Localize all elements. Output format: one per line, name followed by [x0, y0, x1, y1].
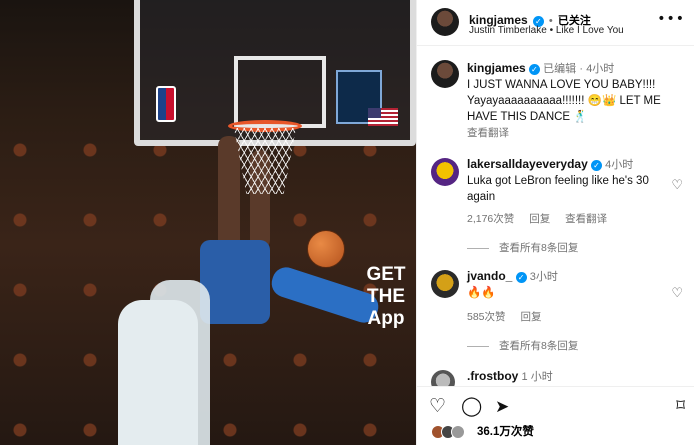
caption-body: kingjames ✓ 已编辑 · 4小时 I JUST WANNA LOVE …	[467, 60, 689, 141]
comment-translate-link[interactable]: 查看翻译	[565, 213, 607, 225]
comment-body: .frostboy 1 小时	[467, 368, 667, 385]
comment-body: lakersalldayeveryday ✓ 4小时 Luka got LeBr…	[467, 156, 667, 227]
verified-badge-icon: ✓	[515, 272, 527, 283]
comment-like-count[interactable]: 2,176次赞	[467, 213, 514, 225]
comment-avatar[interactable]	[431, 270, 459, 298]
heart-outline-icon[interactable]: ♡	[671, 286, 683, 301]
caption-avatar[interactable]	[431, 60, 459, 88]
caption-edited: 已编辑	[543, 63, 577, 75]
comment-like-count[interactable]: 585次赞	[467, 311, 506, 323]
comment-actions: 585次赞 回复	[467, 309, 667, 325]
likes-count[interactable]: 36.1万次赞	[477, 423, 534, 439]
comment-time: 4小时	[605, 159, 634, 171]
player-arm	[218, 136, 240, 256]
comment-reply-button[interactable]: 回复	[529, 213, 550, 225]
song-label[interactable]: Justin Timberlake • Like I Love You	[469, 25, 624, 36]
comment-body: jvando_ ✓ 3小时 🔥🔥 585次赞 回复	[467, 268, 667, 325]
defender-player	[118, 300, 198, 445]
post-header: kingjames ✓ • 已关注 Justin Timberlake • Li…	[417, 0, 694, 46]
comment-actions: 2,176次赞 回复 查看翻译	[467, 211, 667, 227]
heart-outline-icon[interactable]: ♡	[671, 178, 683, 193]
view-replies-link[interactable]: 查看所有8条回复	[467, 338, 578, 353]
backboard-target-box	[234, 56, 326, 128]
post-sidebar: kingjames ✓ • 已关注 Justin Timberlake • Li…	[416, 0, 694, 445]
more-horizontal-icon[interactable]: •••	[657, 11, 685, 27]
us-flag	[368, 108, 398, 126]
post-photo[interactable]: GET THE App	[0, 0, 416, 445]
view-replies-link[interactable]: 查看所有8条回复	[467, 240, 578, 255]
comment-time: 3小时	[529, 271, 558, 283]
comment-username[interactable]: jvando_	[467, 269, 512, 283]
heart-outline-icon[interactable]: ♡	[429, 395, 446, 417]
paper-plane-icon[interactable]: ➤	[495, 397, 509, 417]
verified-badge-icon: ✓	[590, 160, 602, 171]
comment-username[interactable]: lakersalldayeveryday	[467, 157, 588, 171]
comment-bubble-icon[interactable]: ◯	[461, 395, 482, 417]
caption-text: I JUST WANNA LOVE YOU BABY!!!! Yayayaaaa…	[467, 79, 661, 123]
comment-text: Luka got LeBron feeling like he's 30 aga…	[467, 175, 649, 203]
comment-reply-button[interactable]: 回复	[520, 311, 541, 323]
comment-username[interactable]: .frostboy	[467, 369, 518, 383]
basketball	[307, 230, 345, 268]
arena-ad-text: GET THE App	[366, 264, 406, 329]
avatar[interactable]	[431, 8, 459, 36]
player-jersey	[200, 240, 270, 324]
nba-logo	[156, 86, 176, 122]
bookmark-icon[interactable]: ⌑	[676, 396, 685, 416]
comment-avatar[interactable]	[431, 158, 459, 186]
verified-badge-icon: ✓	[528, 64, 540, 75]
caption-time: 4小时	[586, 63, 615, 75]
caption-translate-link[interactable]: 查看翻译	[467, 125, 689, 141]
liker-avatar	[451, 425, 465, 439]
post-action-bar: ♡ ◯ ➤ ⌑ 36.1万次赞	[417, 386, 694, 445]
comment-text: 🔥🔥	[467, 287, 496, 299]
caption-username[interactable]: kingjames	[467, 61, 526, 75]
comment-time: 1 小时	[521, 371, 553, 383]
